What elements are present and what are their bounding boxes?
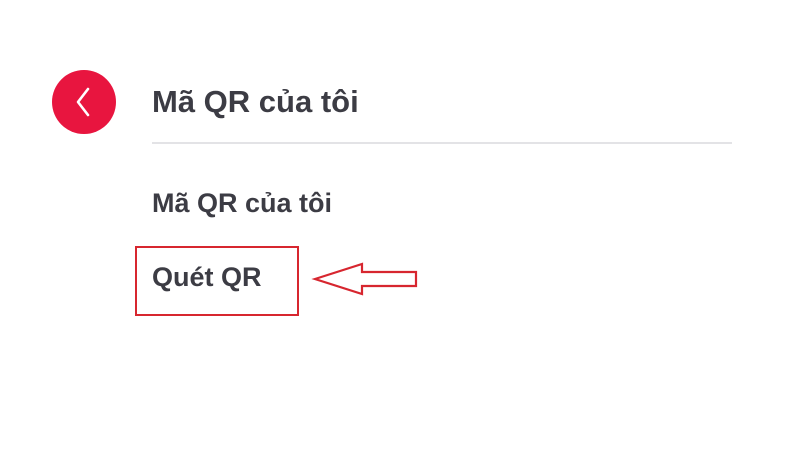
back-button[interactable] [52, 70, 116, 134]
pointer-arrow-icon [311, 262, 418, 296]
menu-item-scan-qr[interactable]: Quét QR [152, 259, 262, 295]
menu-item-my-qr[interactable]: Mã QR của tôi [152, 185, 332, 221]
page-title: Mã QR của tôi [152, 84, 359, 119]
chevron-left-icon [52, 70, 116, 134]
qr-screen: Mã QR của tôi Mã QR của tôi Quét QR [0, 0, 800, 456]
header-divider [152, 142, 732, 144]
